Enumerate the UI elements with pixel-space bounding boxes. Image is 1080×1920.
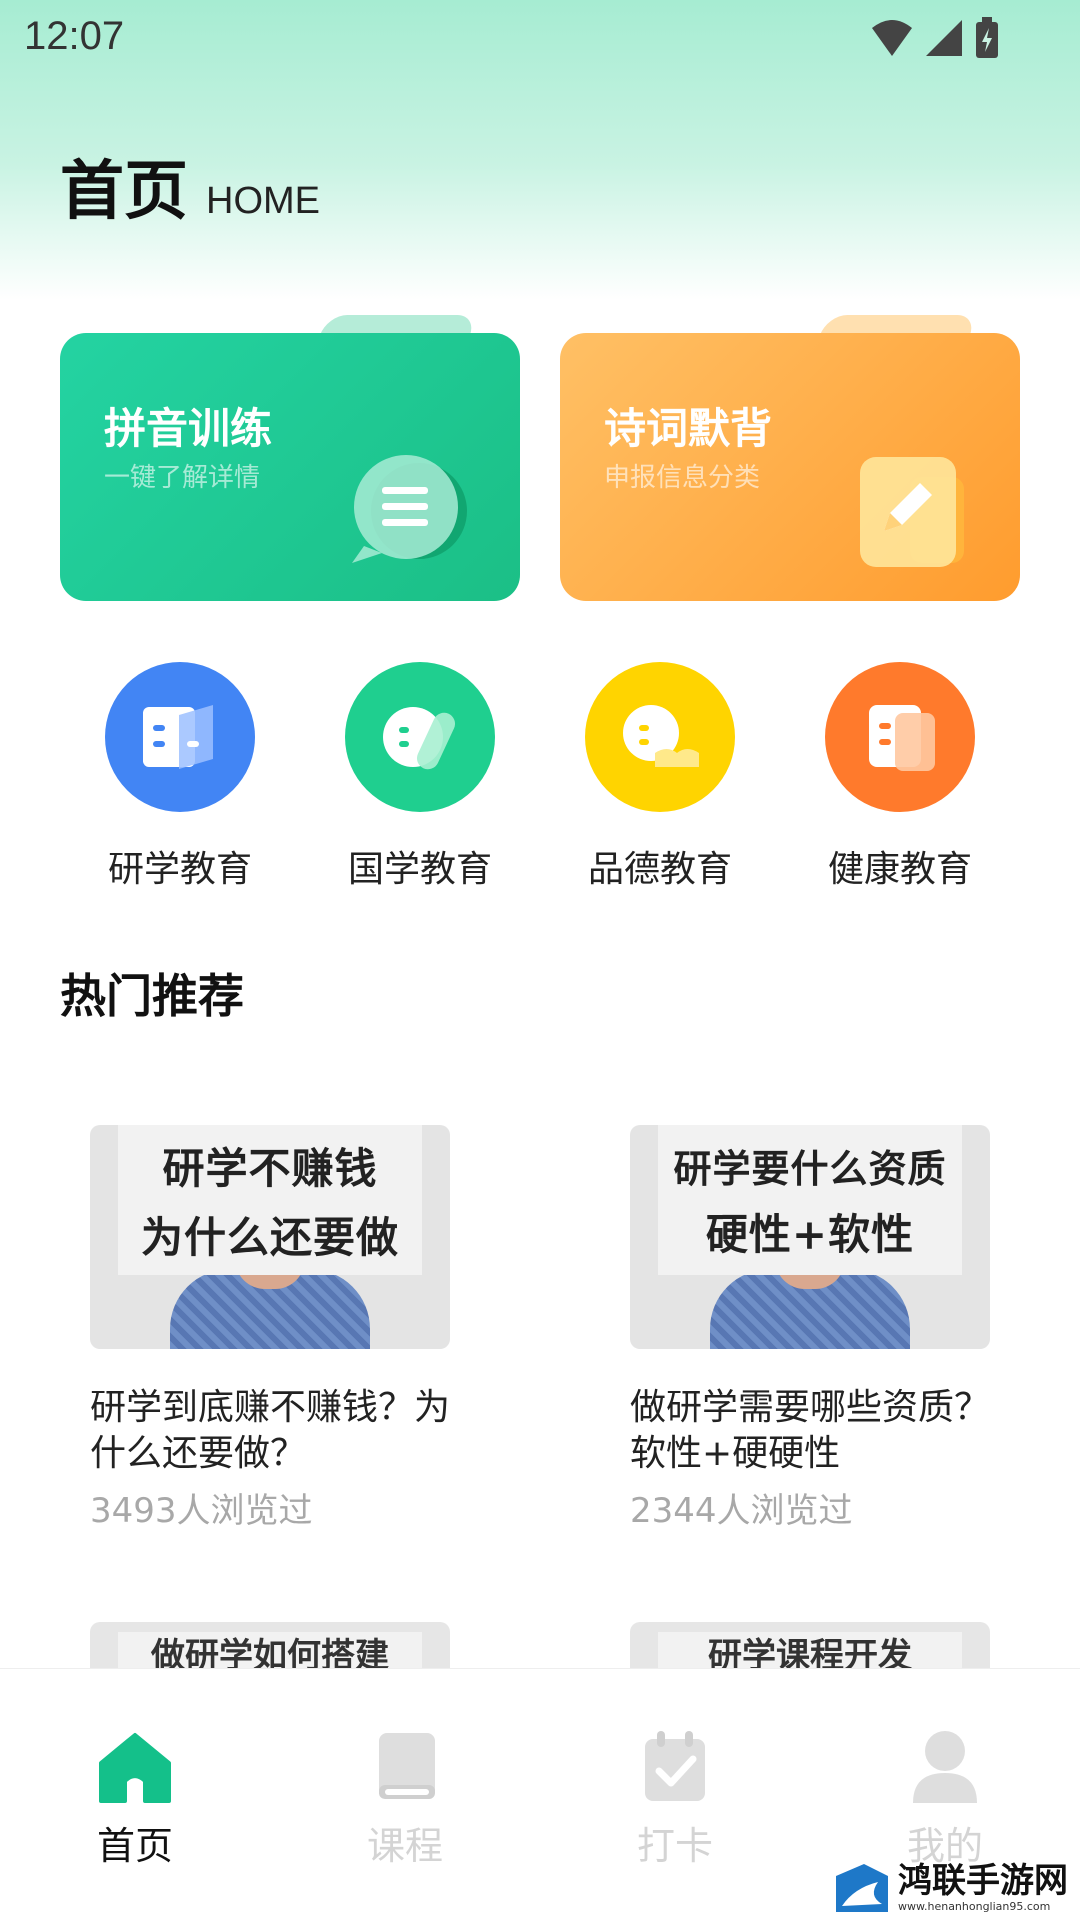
edit-note-icon xyxy=(860,457,964,567)
chat-card-icon xyxy=(345,662,495,812)
thumbnail-text: 硬性+软性 xyxy=(705,1210,915,1259)
thumbnail-text: 研学不赚钱 xyxy=(162,1144,378,1193)
home-icon xyxy=(99,1733,171,1803)
feature-card-subtitle: 申报信息分类 xyxy=(604,463,761,493)
recommendation-title: 做研学需要哪些资质？软性+硬硬性 xyxy=(630,1387,991,1474)
tab-label: 首页 xyxy=(96,1824,173,1868)
feature-card-title: 拼音训练 xyxy=(104,404,273,453)
recommendation-thumbnail: 研学不赚钱 为什么还要做 xyxy=(90,1125,450,1349)
thumbnail-text: 为什么还要做 xyxy=(140,1213,399,1262)
recommendation-card[interactable]: 研学要什么资质 硬性+软性 做研学需要哪些资质？软性+硬硬性 2344人浏览过 xyxy=(630,1125,990,1532)
message-card-icon xyxy=(585,662,735,812)
category-sinology[interactable]: 国学教育 xyxy=(320,662,520,892)
signal-icon xyxy=(926,20,962,56)
category-label: 品德教育 xyxy=(587,849,732,890)
recommendation-card-partial[interactable]: 做研学如何搭建 xyxy=(90,1622,450,1668)
calendar-check-icon xyxy=(645,1731,705,1801)
watermark-name: 鸿联手游网 xyxy=(898,1860,1068,1901)
tab-label: 课程 xyxy=(366,1824,443,1868)
category-morality[interactable]: 品德教育 xyxy=(560,662,760,892)
section-title: 热门推荐 xyxy=(60,969,244,1023)
category-research[interactable]: 研学教育 xyxy=(80,662,280,892)
book-card-icon xyxy=(105,662,255,812)
status-icons xyxy=(870,16,1000,60)
page-title: 首页 HOME xyxy=(60,160,320,224)
recommendation-views: 2344人浏览过 xyxy=(630,1491,853,1531)
feature-card-poetry[interactable]: 诗词默背 申报信息分类 xyxy=(560,315,1020,601)
category-label: 健康教育 xyxy=(827,849,972,890)
tab-home[interactable]: 首页 xyxy=(65,1729,205,1870)
recommendation-views: 3493人浏览过 xyxy=(90,1491,313,1531)
recommendation-card[interactable]: 研学不赚钱 为什么还要做 研学到底赚不赚钱？为什么还要做？ 3493人浏览过 xyxy=(90,1125,450,1532)
list-card-icon xyxy=(825,662,975,812)
recommendation-thumbnail: 研学要什么资质 硬性+软性 xyxy=(630,1125,990,1349)
watermark-url: www.henanhonglian95.com xyxy=(898,1900,1051,1914)
tab-label: 打卡 xyxy=(636,1824,713,1868)
thumbnail-sign: 研学要什么资质 硬性+软性 xyxy=(658,1125,962,1275)
status-bar: 12:07 xyxy=(0,0,1080,72)
category-row: 研学教育 国学教育 品德教育 健康教育 xyxy=(0,662,1080,902)
page-title-en: HOME xyxy=(206,180,320,222)
page-title-zh: 首页 xyxy=(60,155,188,229)
tab-courses[interactable]: 课程 xyxy=(335,1729,475,1870)
thumbnail-text: 做研学如何搭建 xyxy=(118,1632,422,1668)
recommendation-title: 研学到底赚不赚钱？为什么还要做？ xyxy=(90,1387,451,1474)
category-label: 研学教育 xyxy=(107,849,252,890)
chat-bubble-icon xyxy=(352,455,467,563)
bottom-tab-bar: 首页 课程 打卡 我的 鸿联手游网 www.henanhonglian95.co… xyxy=(0,1668,1080,1920)
watermark: 鸿联手游网 www.henanhonglian95.com xyxy=(834,1862,1068,1914)
category-health[interactable]: 健康教育 xyxy=(800,662,1000,892)
book-icon xyxy=(379,1733,435,1799)
feature-card-title: 诗词默背 xyxy=(604,404,773,453)
category-label: 国学教育 xyxy=(347,849,492,890)
battery-icon xyxy=(976,17,998,58)
tab-checkin[interactable]: 打卡 xyxy=(605,1729,745,1870)
watermark-logo-icon xyxy=(836,1864,888,1912)
feature-card-subtitle: 一键了解详情 xyxy=(104,463,261,493)
thumbnail-text: 研学要什么资质 xyxy=(673,1146,947,1191)
thumbnail-sign: 研学不赚钱 为什么还要做 xyxy=(118,1125,422,1275)
status-time: 12:07 xyxy=(24,14,125,58)
thumbnail-text: 研学课程开发 xyxy=(658,1632,962,1668)
recommendation-card-partial[interactable]: 研学课程开发 xyxy=(630,1622,990,1668)
feature-card-pinyin[interactable]: 拼音训练 一键了解详情 xyxy=(60,315,520,601)
wifi-icon xyxy=(872,20,912,56)
user-icon xyxy=(913,1731,977,1803)
tab-profile[interactable]: 我的 xyxy=(875,1729,1015,1870)
